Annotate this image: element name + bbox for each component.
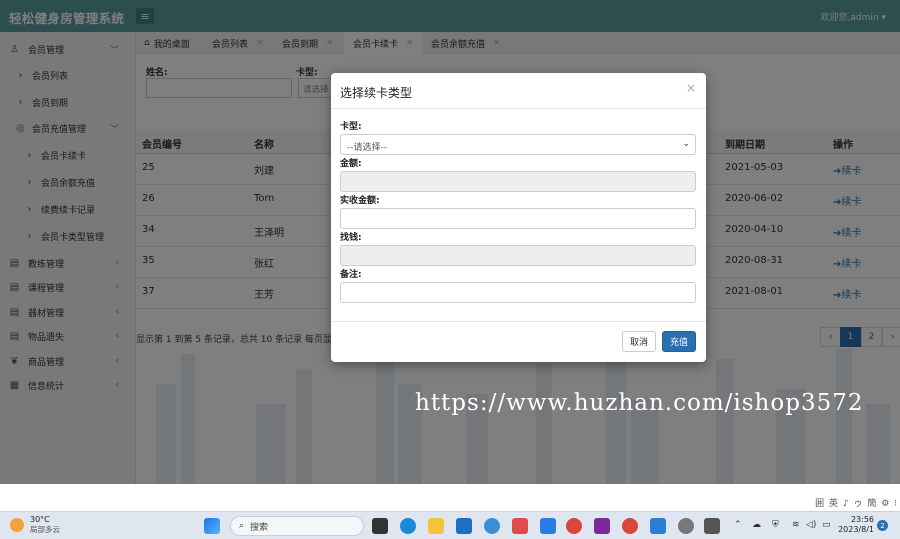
card-type-label: 卡型: — [340, 122, 362, 132]
chrome-icon[interactable] — [622, 518, 638, 534]
recharge-button[interactable]: 充值 — [662, 331, 696, 352]
taskbar: 30°C 局部多云 ⌕ 搜索 ⌃ ☁ ⛨ ≋ ◁) ▭ 23:56 2023/8… — [0, 511, 900, 539]
edge-icon[interactable] — [400, 518, 416, 534]
ime-toolbar[interactable]: 囲 英 ♪ ゥ 簡 ⚙ ⁝ — [815, 496, 898, 509]
search-label: 搜索 — [250, 522, 269, 533]
browser-icon[interactable] — [484, 518, 500, 534]
notification-badge[interactable]: 2 — [877, 520, 888, 531]
received-amount-label: 实收金额: — [340, 196, 380, 206]
amount-field — [340, 171, 696, 192]
clock-date: 2023/8/1 — [838, 525, 874, 534]
weather-text: 局部多云 — [30, 525, 60, 534]
weather-icon — [10, 518, 24, 532]
file-explorer-icon[interactable] — [428, 518, 444, 534]
task-view-icon[interactable] — [372, 518, 388, 534]
temperature: 30°C — [30, 515, 50, 524]
terminal-icon[interactable] — [704, 518, 720, 534]
windows-start-icon[interactable] — [204, 518, 220, 534]
tray-chevron-icon[interactable]: ⌃ — [734, 520, 742, 530]
mail-icon[interactable] — [456, 518, 472, 534]
security-tray-icon[interactable]: ⛨ — [772, 520, 779, 530]
change-label: 找钱: — [340, 233, 362, 243]
vscode-icon[interactable] — [650, 518, 666, 534]
clock-time: 23:56 — [850, 515, 874, 524]
cloud-icon[interactable] — [540, 518, 556, 534]
app-window: 轻松健身房管理系统 ≡ 欢迎您,admin ▾ ♙ 会员管理 ﹀ › 会员列表 … — [0, 0, 900, 539]
renewal-type-dialog: 选择续卡类型 × 卡型: --请选择-- ⌄ 金额: 实收金额: 找钱: 备注:… — [331, 73, 706, 362]
received-amount-field[interactable] — [340, 208, 696, 229]
taskbar-search[interactable]: ⌕ 搜索 — [230, 516, 364, 536]
app-icon[interactable] — [512, 518, 528, 534]
remark-label: 备注: — [340, 270, 362, 280]
weather-widget[interactable]: 30°C 局部多云 — [10, 515, 60, 535]
divider — [331, 108, 706, 109]
battery-icon[interactable]: ▭ — [822, 520, 831, 530]
chrome-icon[interactable] — [566, 518, 582, 534]
ide-icon[interactable] — [594, 518, 610, 534]
cancel-button[interactable]: 取消 — [622, 331, 656, 352]
cloud-tray-icon[interactable]: ☁ — [752, 520, 761, 530]
desktop-gap — [0, 484, 900, 511]
divider — [331, 321, 706, 322]
volume-icon[interactable]: ◁) — [806, 520, 816, 530]
card-type-select[interactable]: --请选择-- ⌄ — [340, 134, 696, 155]
change-field — [340, 245, 696, 266]
avatar-app-icon[interactable] — [678, 518, 694, 534]
system-clock[interactable]: 23:56 2023/8/1 — [838, 515, 874, 535]
dialog-title: 选择续卡类型 — [340, 86, 413, 100]
wifi-icon[interactable]: ≋ — [792, 520, 800, 530]
watermark-text: https://www.huzhan.com/ishop3572 — [415, 390, 864, 416]
search-icon: ⌕ — [239, 521, 245, 531]
chevron-down-icon: ⌄ — [682, 139, 690, 149]
amount-label: 金额: — [340, 159, 362, 169]
select-value: --请选择-- — [347, 143, 387, 153]
close-icon[interactable]: × — [686, 81, 696, 95]
remark-field[interactable] — [340, 282, 696, 303]
